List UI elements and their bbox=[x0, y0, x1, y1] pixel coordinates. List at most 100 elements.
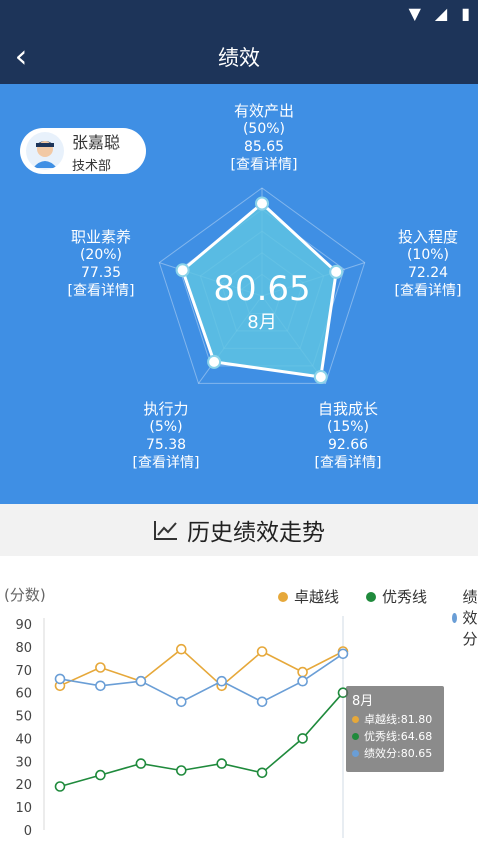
metric-weight: (5%) bbox=[149, 419, 183, 435]
metric-weight: (50%) bbox=[242, 121, 286, 137]
series-point-2[interactable] bbox=[176, 696, 187, 708]
page-title: 绩效 bbox=[218, 46, 260, 70]
y-tick-label: 10 bbox=[15, 801, 32, 816]
series-point-1[interactable] bbox=[54, 781, 66, 792]
legend-item-good[interactable]: 优秀线 bbox=[366, 586, 427, 607]
tooltip-dot bbox=[352, 733, 359, 740]
metric-weight: (10%) bbox=[406, 247, 450, 263]
series-point-1[interactable] bbox=[216, 758, 227, 769]
series-point-0[interactable] bbox=[95, 662, 106, 673]
metric-growth: 自我成长 (15%) 92.66 [查看详情] bbox=[306, 400, 390, 472]
series-point-1[interactable] bbox=[256, 767, 268, 779]
metric-value: 85.65 bbox=[243, 139, 285, 155]
user-department: 技术部 bbox=[72, 158, 112, 174]
metric-label: 自我成长 bbox=[317, 400, 378, 418]
y-tick-label: 80 bbox=[15, 641, 32, 656]
metric-label: 职业素养 bbox=[70, 228, 131, 246]
y-tick-label: 30 bbox=[15, 755, 32, 770]
metric-value: 72.24 bbox=[407, 265, 449, 281]
series-point-0[interactable] bbox=[256, 646, 268, 657]
series-point-2[interactable] bbox=[297, 675, 308, 687]
user-name: 张嘉聪 bbox=[72, 132, 121, 152]
y-axis-label: (分数) bbox=[4, 586, 46, 604]
series-point-2[interactable] bbox=[54, 673, 66, 685]
trend-chart: (分数) 0 10 20 30 40 50 60 70 80 90 卓越线 优秀线 绩效分 8月 … bbox=[0, 556, 478, 850]
y-tick-label: 50 bbox=[15, 710, 32, 725]
series-point-2[interactable] bbox=[95, 680, 106, 692]
performance-summary: 张嘉聪 技术部 有效产出 (50%) 85.65 [查看详情] 投入程度 (10… bbox=[0, 84, 478, 504]
legend-dot bbox=[278, 591, 288, 602]
series-point-2[interactable] bbox=[135, 675, 147, 687]
y-axis: 0 10 20 30 40 50 60 70 80 90 bbox=[15, 618, 45, 839]
chart-tooltip: 8月 卓越线:81.80 优秀线:64.68 绩效分:80.65 bbox=[346, 686, 444, 772]
series-point-1[interactable] bbox=[297, 733, 308, 744]
radar-point-engagement bbox=[329, 264, 344, 279]
tooltip-row: 绩效分:80.65 bbox=[352, 745, 438, 762]
tooltip-text: 卓越线:81.80 bbox=[364, 713, 433, 726]
y-tick-label: 60 bbox=[15, 687, 32, 702]
view-details-link[interactable]: [查看详情] bbox=[128, 454, 204, 472]
series-point-0[interactable] bbox=[176, 643, 187, 655]
trend-title: 历史绩效走势 bbox=[187, 520, 325, 546]
legend-dot bbox=[366, 591, 376, 602]
y-tick-label: 0 bbox=[24, 824, 32, 839]
avatar bbox=[26, 132, 64, 170]
user-card[interactable]: 张嘉聪 技术部 bbox=[20, 128, 146, 174]
metric-execution: 执行力 (5%) 75.38 [查看详情] bbox=[128, 400, 204, 472]
series-point-1[interactable] bbox=[95, 769, 106, 781]
metric-output: 有效产出 (50%) 85.65 [查看详情] bbox=[212, 102, 316, 174]
metric-label: 有效产出 bbox=[233, 102, 294, 120]
tooltip-row: 卓越线:81.80 bbox=[352, 711, 438, 728]
y-tick-label: 70 bbox=[15, 664, 32, 679]
metric-engagement: 投入程度 (10%) 72.24 [查看详情] bbox=[386, 228, 470, 300]
metric-weight: (20%) bbox=[79, 247, 123, 263]
overall-score-value: 80.65 bbox=[213, 269, 311, 309]
legend-label: 绩效分 bbox=[462, 588, 478, 648]
metric-weight: (15%) bbox=[326, 419, 370, 435]
legend-item-excellent[interactable]: 卓越线 bbox=[278, 586, 339, 607]
series-point-2[interactable] bbox=[256, 696, 268, 708]
tooltip-text: 优秀线:64.68 bbox=[364, 730, 433, 743]
wifi-icon: ▼ bbox=[408, 4, 421, 23]
legend-label: 优秀线 bbox=[382, 588, 428, 606]
status-icons: ▼ ◢ ▮ bbox=[409, 4, 470, 23]
series-point-0[interactable] bbox=[297, 666, 308, 678]
metric-value: 77.35 bbox=[80, 265, 122, 281]
radar-point-growth bbox=[313, 370, 328, 384]
radar-point-quality bbox=[175, 263, 190, 278]
metric-quality: 职业素养 (20%) 77.35 [查看详情] bbox=[56, 228, 146, 300]
radar-point-execution bbox=[207, 354, 222, 369]
tooltip-dot bbox=[352, 750, 359, 757]
y-tick-label: 20 bbox=[15, 778, 32, 793]
legend-dot bbox=[452, 612, 457, 623]
metric-value: 75.38 bbox=[145, 437, 187, 453]
overall-score: 80.65 8月 bbox=[210, 270, 314, 334]
series-point-2[interactable] bbox=[337, 648, 349, 660]
metric-label: 投入程度 bbox=[397, 228, 458, 246]
overall-score-month: 8月 bbox=[247, 312, 277, 333]
legend-label: 卓越线 bbox=[294, 588, 340, 606]
status-bar: ▼ ◢ ▮ bbox=[0, 0, 478, 30]
series-point-1[interactable] bbox=[135, 758, 147, 769]
user-avatar-icon bbox=[33, 141, 57, 168]
view-details-link[interactable]: [查看详情] bbox=[56, 282, 146, 300]
trend-header: 历史绩效走势 bbox=[0, 504, 478, 556]
line-chart-icon bbox=[154, 521, 177, 540]
tooltip-dot bbox=[352, 716, 359, 723]
view-details-link[interactable]: [查看详情] bbox=[386, 282, 470, 300]
y-tick-label: 90 bbox=[15, 618, 32, 633]
app-bar: ‹ 绩效 bbox=[0, 30, 478, 84]
legend-item-score[interactable]: 绩效分 bbox=[452, 586, 478, 649]
series-point-2[interactable] bbox=[216, 675, 227, 687]
chart-series bbox=[54, 643, 349, 792]
metric-value: 92.66 bbox=[327, 437, 369, 453]
view-details-link[interactable]: [查看详情] bbox=[212, 156, 316, 174]
tooltip-text: 绩效分:80.65 bbox=[364, 747, 433, 760]
signal-icon: ◢ bbox=[434, 4, 448, 23]
series-point-1[interactable] bbox=[176, 765, 187, 776]
y-tick-label: 40 bbox=[15, 732, 32, 747]
tooltip-row: 优秀线:64.68 bbox=[352, 728, 438, 745]
tooltip-month: 8月 bbox=[352, 694, 374, 709]
view-details-link[interactable]: [查看详情] bbox=[306, 454, 390, 472]
metric-label: 执行力 bbox=[143, 400, 189, 418]
